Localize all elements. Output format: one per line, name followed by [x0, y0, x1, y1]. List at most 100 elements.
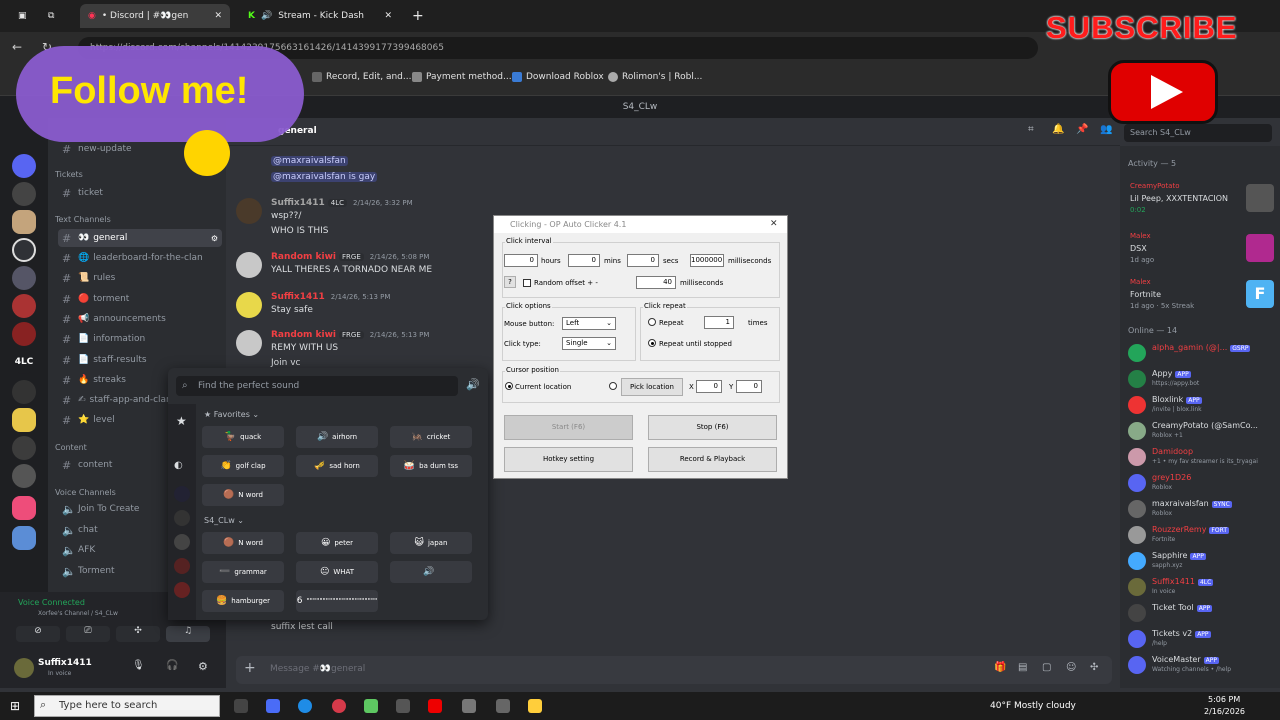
sound-button[interactable]: 😺 japan	[390, 532, 472, 554]
edge-icon[interactable]	[298, 699, 312, 713]
server-icon[interactable]	[12, 322, 36, 346]
headphones-icon[interactable]: 🎧	[166, 660, 178, 671]
app-icon[interactable]	[462, 699, 476, 713]
server-icon[interactable]	[12, 408, 36, 432]
tab-discord[interactable]: ◉ • Discord | #👀gen ✕	[80, 4, 230, 28]
channel-announcements[interactable]: # 📢 announcements	[58, 310, 222, 328]
volume-icon[interactable]: 🔊	[466, 378, 480, 391]
random-offset-field[interactable]: 40	[636, 276, 676, 289]
sound-button[interactable]: ➖ grammar	[202, 561, 284, 583]
youtube-icon[interactable]	[428, 699, 442, 713]
message-author[interactable]: Random kiwi FRGE 2/14/26, 5:13 PM	[271, 330, 429, 340]
server-icon[interactable]	[174, 558, 190, 574]
server-icon[interactable]	[174, 510, 190, 526]
avatar[interactable]	[236, 198, 262, 224]
activity-card[interactable]: CreamyPotato Lil Peep, XXXTENTACION 0:02	[1128, 182, 1274, 226]
settings-icon[interactable]	[496, 699, 510, 713]
bookmark-item[interactable]: Rolimon's | Robl...	[608, 72, 702, 82]
activities-icon[interactable]: ✣	[116, 626, 160, 642]
ms-field[interactable]: 1000000	[690, 254, 724, 267]
app-icon[interactable]	[528, 699, 542, 713]
server-icon[interactable]	[12, 294, 36, 318]
sound-button[interactable]: 🍔 hamburger	[202, 590, 284, 612]
member-row[interactable]: maxraivalsfan SYNC Roblox	[1128, 498, 1278, 522]
clock-date[interactable]: 2/16/2026	[1204, 707, 1245, 716]
category-text-channels[interactable]: Text Channels	[55, 215, 111, 224]
server-icon[interactable]	[12, 380, 36, 404]
server-icon[interactable]	[174, 534, 190, 550]
new-tab-button[interactable]: +	[404, 4, 432, 28]
windows-start-icon[interactable]: ⊞	[10, 699, 20, 713]
search-input[interactable]: Search S4_CLw	[1124, 124, 1272, 142]
x-field[interactable]: 0	[696, 380, 722, 393]
tab-actions-icon[interactable]: ⧉	[40, 4, 62, 28]
close-icon[interactable]: ✕	[770, 219, 778, 229]
channel-general[interactable]: # 👀 general ⚙	[58, 229, 222, 247]
server-icon[interactable]	[12, 238, 36, 262]
record-playback-button[interactable]: Record & Playback	[648, 447, 777, 472]
member-row[interactable]: Ticket Tool APP	[1128, 602, 1278, 626]
member-row[interactable]: CreamyPotato (@SamCo... Roblox +1	[1128, 420, 1278, 444]
channel-ticket[interactable]: # ticket	[58, 184, 222, 202]
threads-icon[interactable]: ⌗	[1028, 124, 1034, 135]
app-icon[interactable]	[396, 699, 410, 713]
y-field[interactable]: 0	[736, 380, 762, 393]
activity-card[interactable]: Malex Fortnite 1d ago · 5x Streak F	[1128, 278, 1274, 322]
close-icon[interactable]: ✕	[384, 11, 392, 21]
member-row[interactable]: grey1D26 Roblox	[1128, 472, 1278, 496]
member-row[interactable]: Bloxlink APP/invite | blox.link	[1128, 394, 1278, 418]
soundboard-icon[interactable]: ♫	[166, 626, 210, 642]
mention[interactable]: @maxraivalsfan	[271, 156, 348, 166]
server-icon[interactable]	[12, 496, 36, 520]
message-author[interactable]: Suffix1411 2/14/26, 5:13 PM	[271, 292, 390, 302]
mouse-button-select[interactable]: Left ⌄	[562, 317, 616, 330]
screen-share-icon[interactable]: ⎚	[66, 626, 110, 642]
server-icon[interactable]	[12, 526, 36, 550]
server-icon[interactable]	[12, 182, 36, 206]
tab-kick[interactable]: K 🔊 Stream - Kick Dash ✕	[240, 4, 400, 28]
avatar[interactable]	[236, 252, 262, 278]
sound-button[interactable]: 🟤 N word	[202, 532, 284, 554]
click-type-select[interactable]: Single ⌄	[562, 337, 616, 350]
discord-icon[interactable]: ◐	[174, 460, 183, 471]
sound-button[interactable]: 🥁 ba dum tss	[390, 455, 472, 477]
add-attachment-icon[interactable]: +	[244, 660, 256, 676]
sound-button[interactable]: 🎺 sad horn	[296, 455, 378, 477]
bookmark-item[interactable]: Record, Edit, and...	[312, 72, 411, 82]
member-row[interactable]: RouzzerRemy FORT Fortnite	[1128, 524, 1278, 548]
sticker-icon[interactable]: ▢	[1042, 662, 1051, 673]
close-icon[interactable]: ✕	[214, 11, 222, 21]
star-icon[interactable]: ★	[176, 414, 187, 428]
pick-location-button[interactable]: Pick location	[621, 378, 683, 396]
server-icon[interactable]	[174, 582, 190, 598]
gift-icon[interactable]: 🎁	[994, 662, 1006, 673]
settings-icon[interactable]: ⚙	[211, 234, 218, 243]
server-icon[interactable]	[12, 266, 36, 290]
sound-button[interactable]: 🦆 quack	[202, 426, 284, 448]
random-offset-checkbox[interactable]	[523, 279, 531, 287]
sound-button[interactable]: 😀 peter	[296, 532, 378, 554]
bell-icon[interactable]: 🔔	[1052, 124, 1064, 135]
bookmark-item[interactable]: Download Roblox	[512, 72, 604, 82]
channel-rules[interactable]: # 📜 rules	[58, 269, 222, 287]
server-icon[interactable]	[12, 210, 36, 234]
start-button[interactable]: Start (F6)	[504, 415, 633, 440]
task-view-icon[interactable]	[234, 699, 248, 713]
server-icon[interactable]	[12, 436, 36, 460]
avatar[interactable]	[236, 292, 262, 318]
sound-search-input[interactable]: Find the perfect sound	[176, 376, 458, 396]
camera-off-icon[interactable]: ⊘	[16, 626, 60, 642]
apps-icon[interactable]: ✣	[1090, 662, 1098, 673]
member-row[interactable]: Sapphire APP sapph.xyz	[1128, 550, 1278, 574]
sound-button[interactable]: 👏 golf clap	[202, 455, 284, 477]
message-input[interactable]: + Message #👀general 🎁 ▤ ▢ ☺ ✣	[236, 656, 1112, 684]
clock-time[interactable]: 5:06 PM	[1208, 695, 1240, 704]
category-tickets[interactable]: Tickets	[55, 170, 83, 179]
app-icon[interactable]	[266, 699, 280, 713]
members-icon[interactable]: 👥	[1100, 124, 1112, 135]
server-icon[interactable]	[12, 154, 36, 178]
sound-button[interactable]: 6 """"""""""""""""""""""	[296, 590, 378, 612]
current-location-radio[interactable]	[505, 382, 513, 390]
mins-field[interactable]: 0	[568, 254, 600, 267]
channel-leaderboard[interactable]: # 🌐 leaderboard-for-the-clan	[58, 249, 222, 267]
